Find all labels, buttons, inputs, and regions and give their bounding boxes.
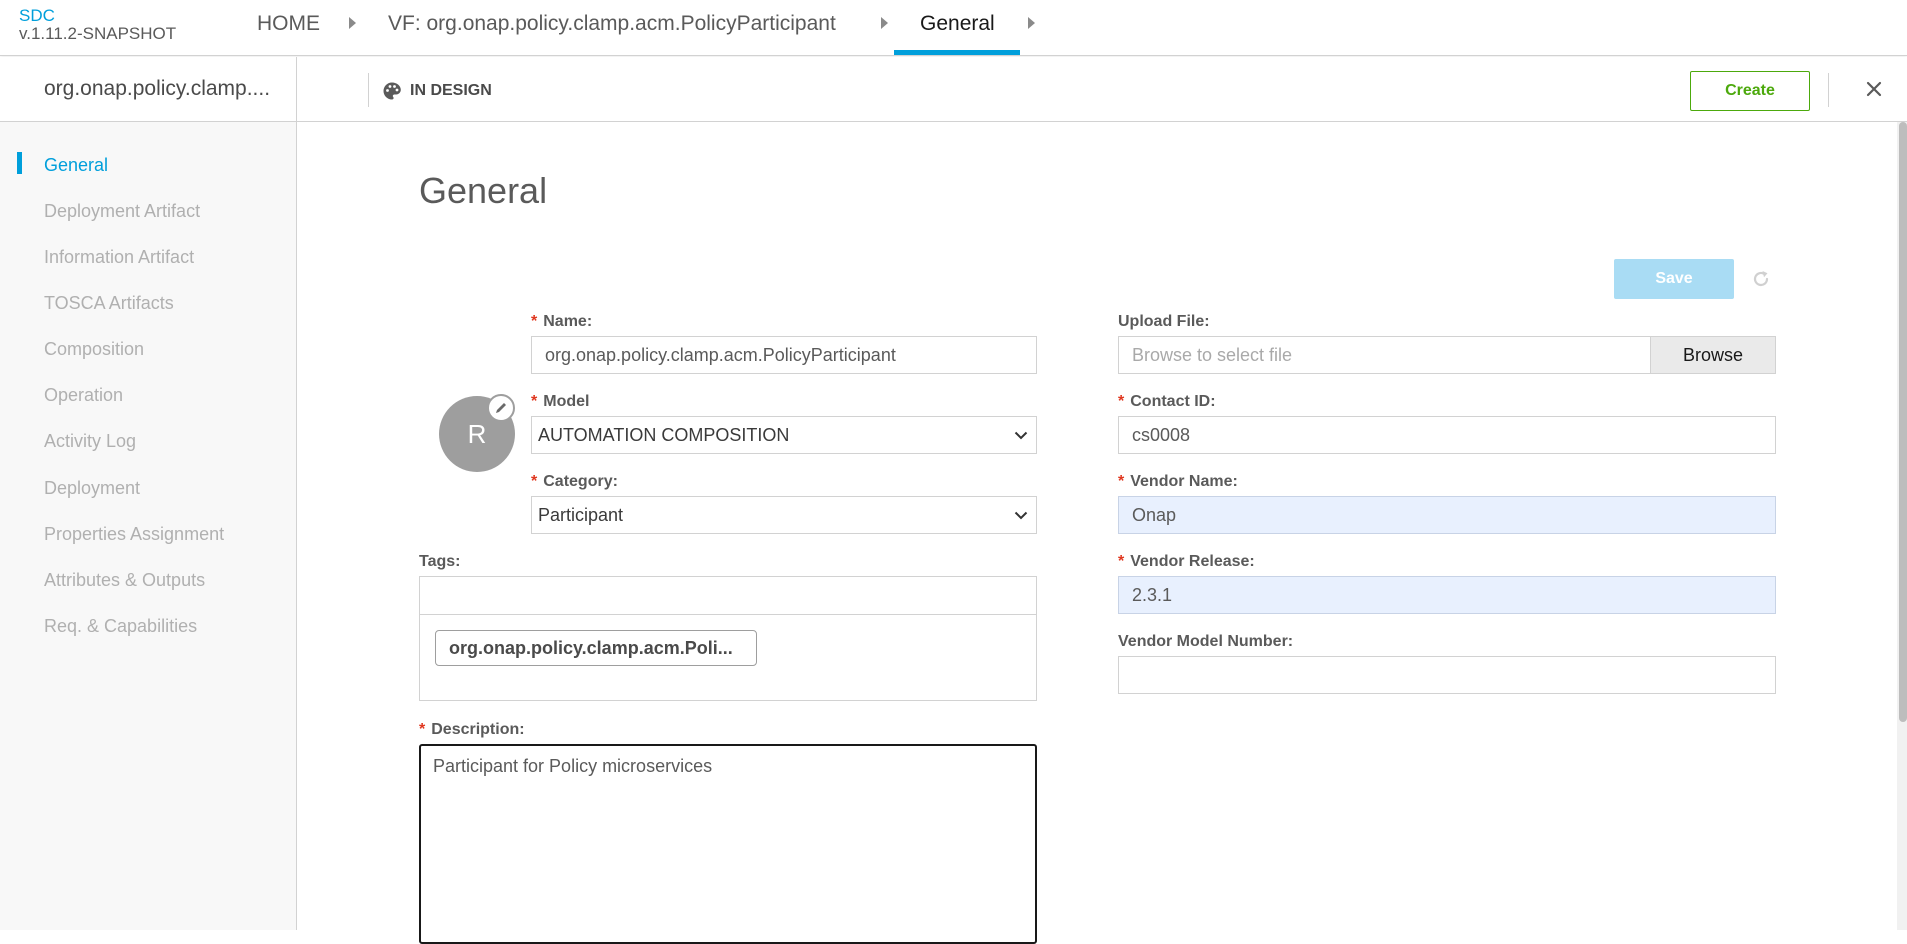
sidebar-item-req-capabilities[interactable]: Req. & Capabilities <box>44 616 197 637</box>
sidebar-item-operation[interactable]: Operation <box>44 385 123 406</box>
chevron-right-icon[interactable] <box>1028 17 1035 29</box>
vendor-model-number-label: Vendor Model Number: <box>1118 633 1294 650</box>
tags-label: Tags: <box>419 553 461 570</box>
scrollbar-thumb[interactable] <box>1899 122 1907 722</box>
contact-id-input[interactable]: cs0008 <box>1118 416 1776 454</box>
chevron-right-icon <box>349 17 356 29</box>
avatar-letter: R <box>467 418 487 449</box>
component-name: org.onap.policy.clamp.... <box>44 77 271 100</box>
save-button[interactable]: Save <box>1614 259 1734 299</box>
brand-version: v.1.11.2-SNAPSHOT <box>19 24 177 43</box>
active-breadcrumb-indicator <box>894 50 1020 55</box>
palette-icon <box>383 82 401 100</box>
sidebar-item-composition[interactable]: Composition <box>44 339 144 360</box>
category-label: * Category: <box>531 473 618 490</box>
chevron-down-icon <box>1014 511 1028 519</box>
breadcrumb-home[interactable]: HOME <box>257 12 320 36</box>
description-label: * Description: <box>419 721 525 738</box>
name-input[interactable]: org.onap.policy.clamp.acm.PolicyParticip… <box>531 336 1037 374</box>
lifecycle-status: IN DESIGN <box>382 81 492 101</box>
breadcrumb-vf[interactable]: VF: org.onap.policy.clamp.acm.PolicyPart… <box>388 12 836 36</box>
upload-file-placeholder: Browse to select file <box>1132 344 1293 365</box>
sidebar-item-information-artifact[interactable]: Information Artifact <box>44 247 194 268</box>
vendor-release-label: * Vendor Release: <box>1118 553 1255 570</box>
vendor-name-input[interactable]: Onap <box>1118 496 1776 534</box>
divider <box>296 57 297 122</box>
breadcrumb-general[interactable]: General <box>920 12 995 36</box>
refresh-icon[interactable] <box>1750 268 1772 290</box>
model-label: * Model <box>531 393 590 410</box>
name-label: * Name: <box>531 313 593 330</box>
vendor-release-input[interactable]: 2.3.1 <box>1118 576 1776 614</box>
category-value: Participant <box>538 504 624 525</box>
close-icon[interactable] <box>1864 79 1884 99</box>
status-label: IN DESIGN <box>410 82 492 99</box>
sidebar-item-attributes-outputs[interactable]: Attributes & Outputs <box>44 570 205 591</box>
divider <box>1828 73 1829 107</box>
vendor-model-number-input[interactable] <box>1118 656 1776 694</box>
contact-id-label: * Contact ID: <box>1118 393 1216 410</box>
tags-input[interactable] <box>420 577 1036 615</box>
top-navigation-bar: SDC v.1.11.2-SNAPSHOT HOME VF: org.onap.… <box>0 0 1907 56</box>
edit-icon[interactable] <box>487 394 515 422</box>
upload-file-input[interactable]: Browse to select file <box>1118 336 1651 374</box>
sidebar-item-activity-log[interactable]: Activity Log <box>44 431 136 452</box>
pencil-icon <box>496 403 506 413</box>
divider <box>368 73 369 107</box>
sidebar-item-deployment[interactable]: Deployment <box>44 478 140 499</box>
page-title: General <box>419 170 548 211</box>
sidebar-item-tosca-artifacts[interactable]: TOSCA Artifacts <box>44 293 174 314</box>
tags-container: org.onap.policy.clamp.acm.Poli... <box>419 576 1037 701</box>
model-value: AUTOMATION COMPOSITION <box>538 424 790 445</box>
sidebar-item-general[interactable]: General <box>44 155 108 176</box>
chevron-right-icon <box>881 17 888 29</box>
active-item-indicator <box>17 152 22 174</box>
vendor-name-label: * Vendor Name: <box>1118 473 1238 490</box>
sidebar-item-properties-assignment[interactable]: Properties Assignment <box>44 524 224 545</box>
model-select[interactable]: AUTOMATION COMPOSITION <box>531 416 1037 454</box>
workspace-header: org.onap.policy.clamp.... IN DESIGN Crea… <box>0 57 1907 122</box>
brand[interactable]: SDC v.1.11.2-SNAPSHOT <box>19 7 176 43</box>
sidebar-item-deployment-artifact[interactable]: Deployment Artifact <box>44 201 200 222</box>
browse-button[interactable]: Browse <box>1650 336 1776 374</box>
brand-name: SDC <box>19 6 55 25</box>
create-button[interactable]: Create <box>1690 71 1810 111</box>
category-select[interactable]: Participant <box>531 496 1037 534</box>
chevron-down-icon <box>1014 431 1028 439</box>
tag-chip[interactable]: org.onap.policy.clamp.acm.Poli... <box>435 630 757 666</box>
upload-file-label: Upload File: <box>1118 313 1210 330</box>
description-textarea[interactable]: Participant for Policy microservices <box>419 744 1037 944</box>
